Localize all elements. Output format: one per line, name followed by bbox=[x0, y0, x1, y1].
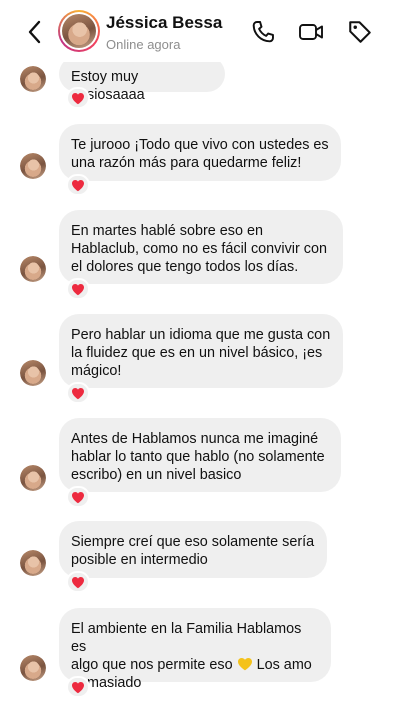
message-text: En martes hablé sobre eso en Hablaclub, c… bbox=[71, 210, 331, 276]
online-status: Online agora bbox=[106, 37, 181, 52]
message-bubble[interactable]: Te jurooo ¡Todo que vivo con ustedes es u… bbox=[59, 124, 341, 181]
avatar-photo bbox=[20, 465, 46, 491]
heart-reaction[interactable] bbox=[66, 278, 90, 300]
avatar-photo bbox=[20, 256, 46, 282]
back-chevron-icon[interactable] bbox=[24, 17, 46, 47]
sender-avatar[interactable] bbox=[20, 153, 46, 179]
chat-header: Jéssica Bessa Online agora bbox=[0, 0, 400, 62]
message-line: el dolores que tengo todos los días. bbox=[71, 259, 299, 275]
message-line: Te jurooo ¡Todo que vivo con ustedes es bbox=[71, 137, 329, 153]
message-line: mágico! bbox=[71, 363, 122, 379]
sender-avatar[interactable] bbox=[20, 465, 46, 491]
message-line: posible en intermedio bbox=[71, 552, 208, 568]
message-line: En martes hablé sobre eso en bbox=[71, 223, 263, 239]
heart-reaction[interactable] bbox=[66, 571, 90, 593]
contact-name[interactable]: Jéssica Bessa bbox=[106, 13, 222, 33]
yellow-heart-icon bbox=[237, 658, 252, 671]
message-text: Te jurooo ¡Todo que vivo con ustedes es u… bbox=[71, 124, 329, 172]
heart-reaction[interactable] bbox=[66, 174, 90, 196]
avatar-photo bbox=[20, 153, 46, 179]
avatar-photo bbox=[20, 360, 46, 386]
tag-icon[interactable] bbox=[347, 19, 373, 45]
message-bubble[interactable]: En martes hablé sobre eso en Hablaclub, c… bbox=[59, 210, 343, 284]
avatar-photo bbox=[20, 66, 46, 92]
phone-icon[interactable] bbox=[250, 19, 276, 45]
message-line: Siempre creí que eso solamente sería bbox=[71, 534, 315, 550]
sender-avatar[interactable] bbox=[20, 360, 46, 386]
heart-reaction[interactable] bbox=[66, 382, 90, 404]
sender-avatar[interactable] bbox=[20, 256, 46, 282]
heart-reaction[interactable] bbox=[66, 486, 90, 508]
message-line: Estoy muy ansiosaaaa bbox=[71, 69, 145, 103]
sender-avatar[interactable] bbox=[20, 550, 46, 576]
message-line-part: Los amo bbox=[256, 657, 312, 673]
sender-avatar[interactable] bbox=[20, 655, 46, 681]
message-line: Pero hablar un idioma que me gusta con bbox=[71, 327, 331, 343]
avatar-photo bbox=[20, 550, 46, 576]
message-bubble[interactable]: Siempre creí que eso solamente sería posi… bbox=[59, 521, 327, 578]
heart-icon bbox=[72, 681, 84, 693]
message-line: hablar lo tanto que hablo (no solamente bbox=[71, 449, 325, 465]
heart-icon bbox=[72, 491, 84, 503]
message-line: El ambiente en la Familia Hablamos es bbox=[71, 621, 302, 655]
message-line: demasiado bbox=[71, 675, 142, 691]
message-text: Siempre creí que eso solamente sería posi… bbox=[71, 521, 315, 569]
message-line: una razón más para quedarme feliz! bbox=[71, 155, 302, 171]
heart-reaction[interactable] bbox=[66, 87, 90, 109]
video-call-icon[interactable] bbox=[298, 19, 324, 45]
heart-reaction[interactable] bbox=[66, 676, 90, 698]
heart-icon bbox=[72, 283, 84, 295]
message-text: Antes de Hablamos nunca me imaginé hablar… bbox=[71, 418, 329, 484]
message-bubble[interactable]: El ambiente en la Familia Hablamos es alg… bbox=[59, 608, 331, 691]
heart-icon bbox=[72, 387, 84, 399]
message-text: El ambiente en la Familia Hablamos es alg… bbox=[71, 608, 319, 692]
contact-avatar[interactable] bbox=[58, 10, 100, 52]
message-bubble[interactable]: Antes de Hablamos nunca me imaginé hablar… bbox=[59, 418, 341, 492]
message-line: algo que nos permite eso Los amo bbox=[71, 656, 319, 674]
heart-icon bbox=[72, 576, 84, 588]
heart-icon bbox=[72, 179, 84, 191]
sender-avatar[interactable] bbox=[20, 66, 46, 92]
message-line: la fluidez que es en un nivel básico, ¡e… bbox=[71, 345, 323, 361]
avatar-photo bbox=[62, 14, 96, 48]
heart-icon bbox=[72, 92, 84, 104]
message-text: Estoy muy ansiosaaaa bbox=[71, 56, 213, 104]
message-line: Hablaclub, como no es fácil convivir con bbox=[71, 241, 327, 257]
message-text: Pero hablar un idioma que me gusta con la… bbox=[71, 314, 331, 380]
message-bubble[interactable]: Pero hablar un idioma que me gusta con la… bbox=[59, 314, 343, 388]
message-line-part: algo que nos permite eso bbox=[71, 657, 233, 673]
message-line: escribo) en un nivel basico bbox=[71, 467, 242, 483]
message-line: Antes de Hablamos nunca me imaginé bbox=[71, 431, 319, 447]
avatar-photo bbox=[20, 655, 46, 681]
